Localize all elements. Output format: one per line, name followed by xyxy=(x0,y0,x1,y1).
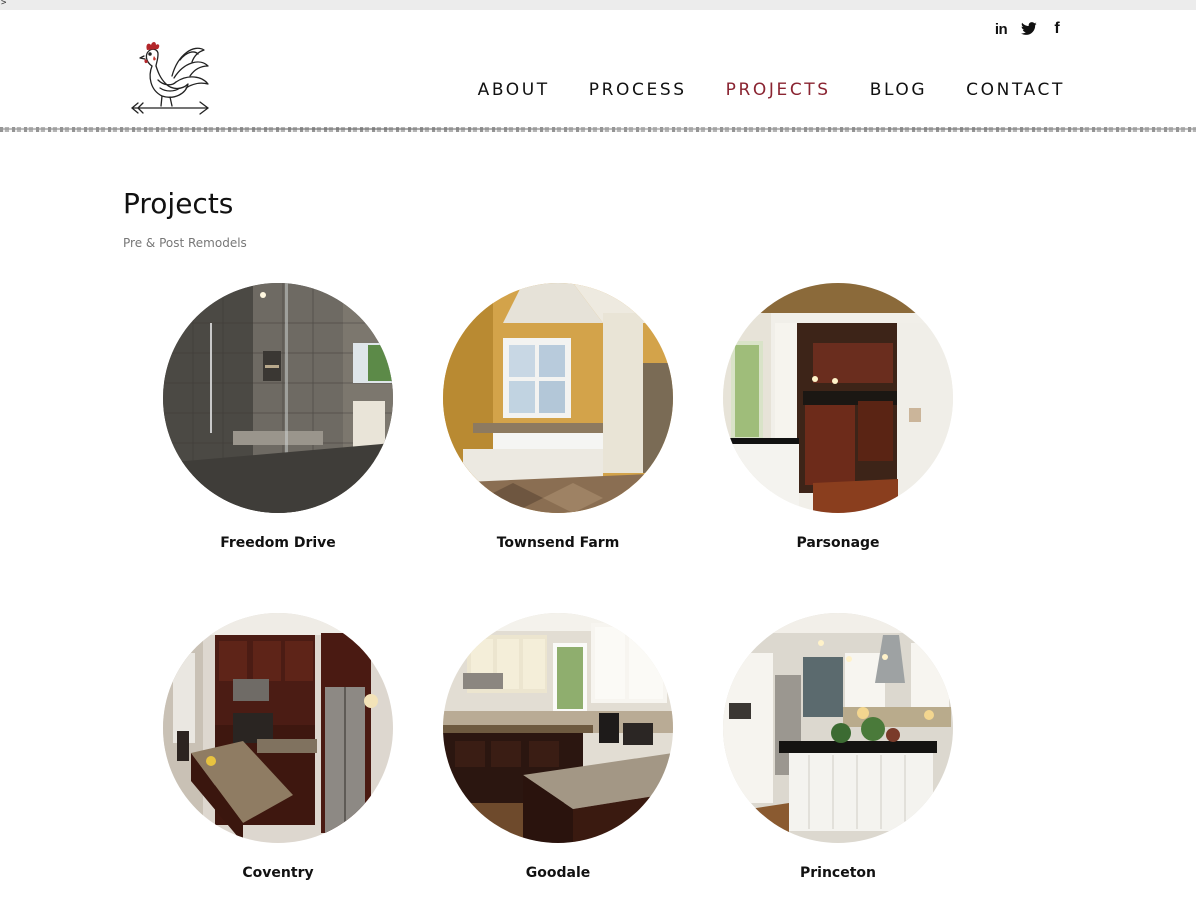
nav-item-process[interactable]: PROCESS xyxy=(589,80,687,100)
linkedin-icon[interactable]: in xyxy=(992,21,1010,38)
project-card-parsonage[interactable]: Parsonage xyxy=(698,283,978,551)
white-island-kitchen-photo[interactable] xyxy=(723,613,953,843)
page-title: Projects xyxy=(123,187,234,220)
nav-item-blog[interactable]: BLOG xyxy=(870,80,927,100)
social-links: in f xyxy=(992,20,1066,38)
facebook-icon[interactable]: f xyxy=(1048,20,1066,37)
project-label[interactable]: Coventry xyxy=(138,865,418,881)
nav-item-projects[interactable]: PROJECTS xyxy=(726,80,831,100)
project-card-townsend-farm[interactable]: Townsend Farm xyxy=(418,283,698,551)
nav-item-contact[interactable]: CONTACT xyxy=(966,80,1065,100)
project-label[interactable]: Freedom Drive xyxy=(138,535,418,551)
project-label[interactable]: Townsend Farm xyxy=(418,535,698,551)
project-card-goodale[interactable]: Goodale xyxy=(418,613,698,881)
granite-kitchen-photo[interactable] xyxy=(443,613,673,843)
bathtub-room-photo[interactable] xyxy=(443,283,673,513)
project-label[interactable]: Parsonage xyxy=(698,535,978,551)
tiled-shower-photo[interactable] xyxy=(163,283,393,513)
project-card-princeton[interactable]: Princeton xyxy=(698,613,978,881)
project-card-freedom-drive[interactable]: Freedom Drive xyxy=(138,283,418,551)
dark-cherry-kitchen-photo[interactable] xyxy=(163,613,393,843)
browser-top-strip: > xyxy=(0,0,1196,10)
header-divider xyxy=(0,127,1196,132)
twitter-icon[interactable] xyxy=(1020,21,1038,37)
kitchen-with-column-photo[interactable] xyxy=(723,283,953,513)
page-subtitle: Pre & Post Remodels xyxy=(123,236,247,250)
rooster-logo[interactable] xyxy=(128,36,214,118)
main-nav: ABOUT PROCESS PROJECTS BLOG CONTACT xyxy=(478,80,1065,100)
project-label[interactable]: Goodale xyxy=(418,865,698,881)
browser-caret: > xyxy=(1,0,7,8)
nav-item-about[interactable]: ABOUT xyxy=(478,80,550,100)
project-card-coventry[interactable]: Coventry xyxy=(138,613,418,881)
project-label[interactable]: Princeton xyxy=(698,865,978,881)
